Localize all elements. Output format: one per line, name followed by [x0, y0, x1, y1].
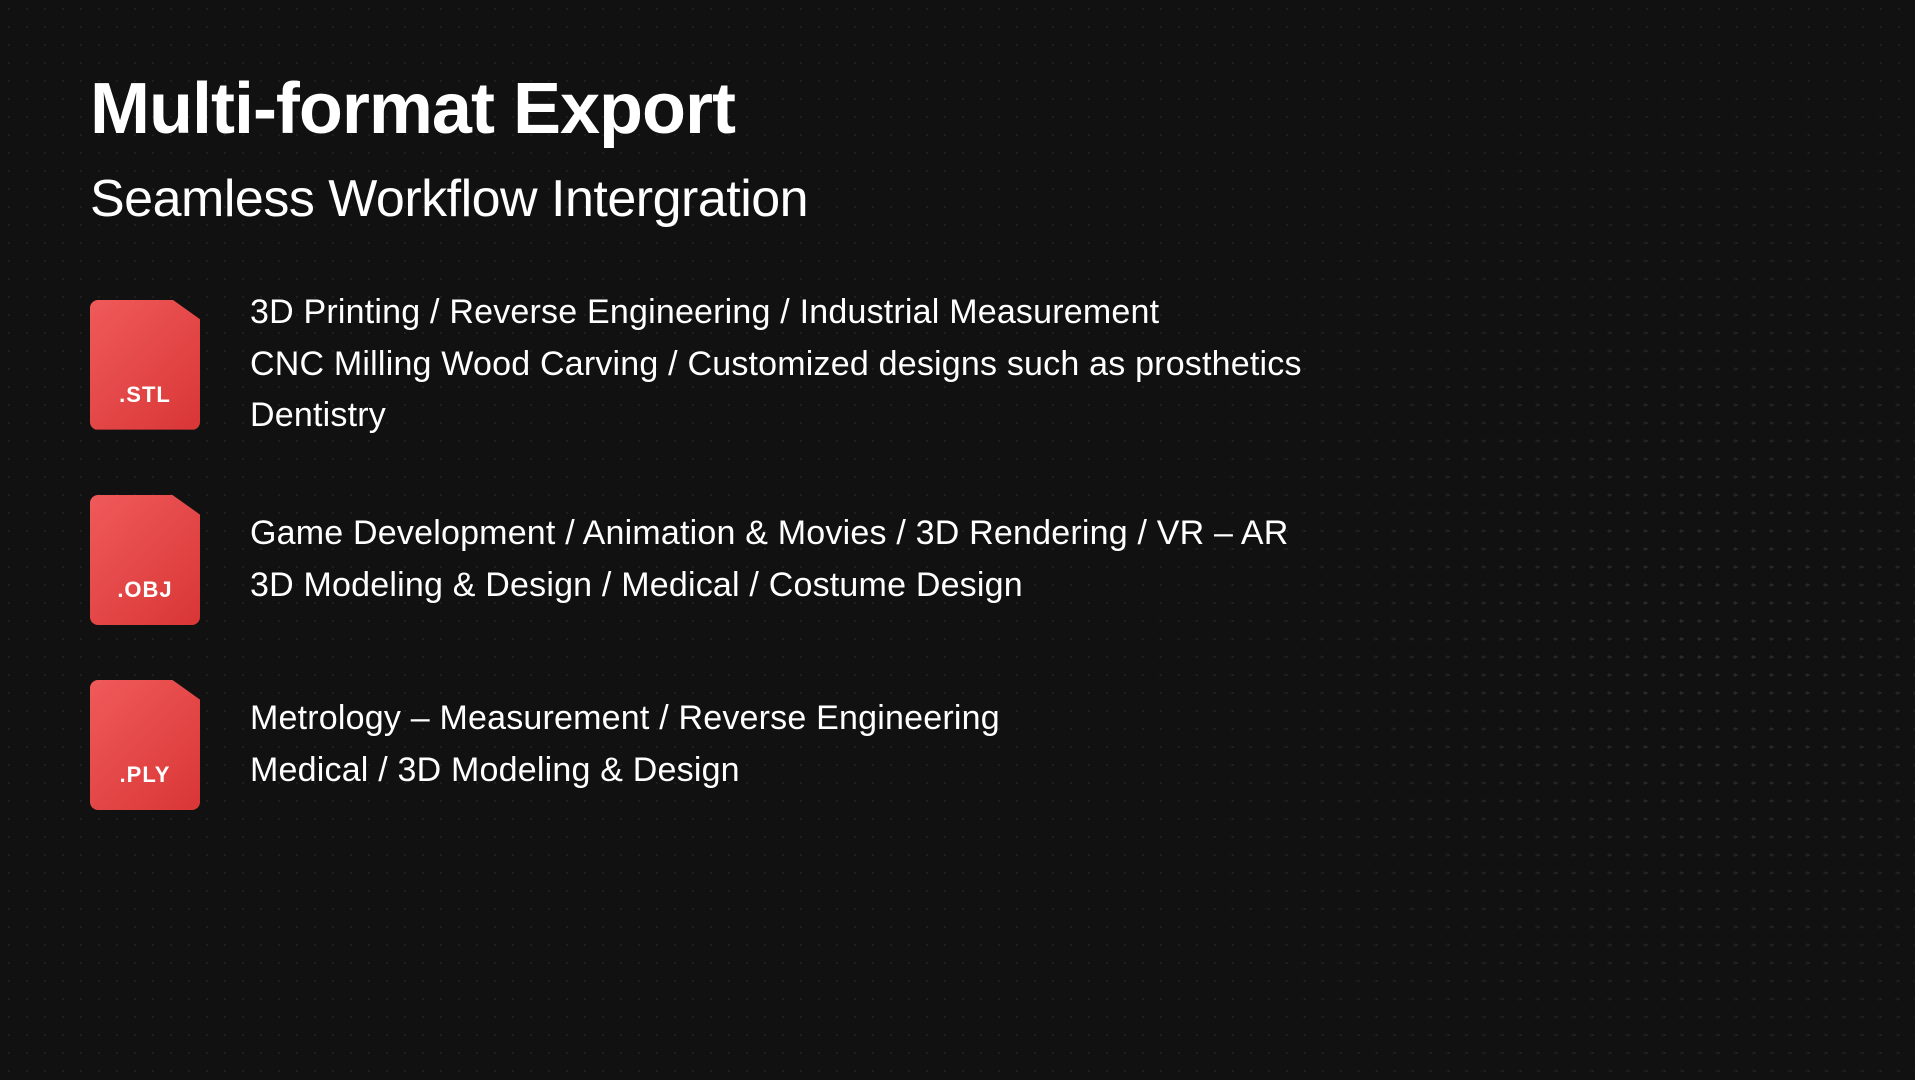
obj-icon-fold — [173, 495, 200, 515]
format-item-stl: .STL 3D Printing / Reverse Engineering /… — [90, 289, 1825, 440]
stl-icon-fold — [173, 300, 200, 320]
ply-icon-label: .PLY — [90, 762, 200, 788]
stl-icon-label: .STL — [90, 382, 200, 408]
format-item-obj: .OBJ Game Development / Animation & Movi… — [90, 495, 1825, 625]
ply-file-icon: .PLY — [90, 680, 200, 810]
ply-icon-fold — [173, 680, 200, 700]
obj-description: Game Development / Animation & Movies / … — [250, 510, 1289, 609]
obj-file-icon: .OBJ — [90, 495, 200, 625]
format-item-ply: .PLY Metrology – Measurement / Reverse E… — [90, 680, 1825, 810]
stl-desc-line1: 3D Printing / Reverse Engineering / Indu… — [250, 289, 1302, 337]
stl-file-icon: .STL — [90, 300, 200, 430]
obj-desc-line1: Game Development / Animation & Movies / … — [250, 510, 1289, 558]
format-list: .STL 3D Printing / Reverse Engineering /… — [90, 289, 1825, 810]
page-subtitle: Seamless Workflow Intergration — [90, 169, 1825, 229]
obj-icon-label: .OBJ — [90, 577, 200, 603]
obj-icon-body: .OBJ — [90, 495, 200, 625]
obj-desc-line2: 3D Modeling & Design / Medical / Costume… — [250, 562, 1289, 610]
stl-icon-body: .STL — [90, 300, 200, 430]
ply-desc-line2: Medical / 3D Modeling & Design — [250, 747, 1000, 795]
page-title: Multi-format Export — [90, 70, 1825, 149]
stl-desc-line2: CNC Milling Wood Carving / Customized de… — [250, 341, 1302, 389]
ply-description: Metrology – Measurement / Reverse Engine… — [250, 695, 1000, 794]
stl-desc-line3: Dentistry — [250, 392, 1302, 440]
ply-desc-line1: Metrology – Measurement / Reverse Engine… — [250, 695, 1000, 743]
ply-icon-body: .PLY — [90, 680, 200, 810]
stl-description: 3D Printing / Reverse Engineering / Indu… — [250, 289, 1302, 440]
